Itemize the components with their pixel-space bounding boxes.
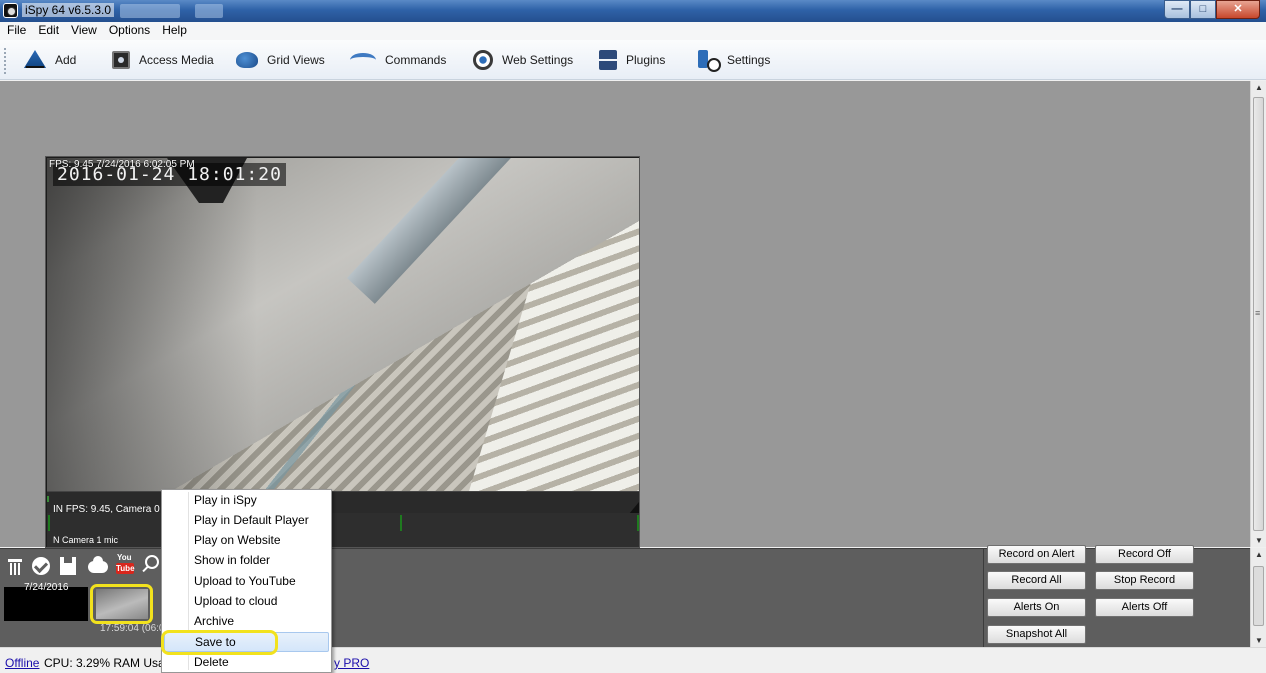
- thumbnail-time: 17:59:04 (06:0: [100, 623, 165, 634]
- record-on-alert-button[interactable]: Record on Alert: [987, 545, 1086, 564]
- youtube-you-text: You: [117, 553, 132, 562]
- menu-edit[interactable]: Edit: [32, 22, 65, 40]
- thumbnail-highlight-annotation: [90, 584, 153, 624]
- close-button[interactable]: ✕: [1216, 0, 1260, 19]
- save-icon[interactable]: [60, 557, 76, 575]
- add-label: Add: [55, 53, 77, 67]
- alerts-on-button[interactable]: Alerts On: [987, 598, 1086, 617]
- menu-item-play-on-website[interactable]: Play on Website: [164, 530, 329, 550]
- menu-bar: File Edit View Options Help: [0, 22, 1266, 40]
- microphone-label: N Camera 1 mic: [53, 535, 119, 545]
- background-tab: [120, 4, 180, 18]
- microphone-bar: N Camera 1 mic: [47, 513, 639, 547]
- window-title: iSpy 64 v6.5.3.0: [22, 3, 115, 17]
- access-media-button[interactable]: Access Media: [112, 49, 214, 71]
- scrollbar-thumb[interactable]: [1253, 566, 1264, 626]
- camera-panel[interactable]: 2016-01-24 18:01:20 FPS: 9.45 7/24/2016 …: [45, 156, 640, 548]
- access-media-label: Access Media: [139, 53, 214, 67]
- menu-item-play-default-player[interactable]: Play in Default Player: [164, 510, 329, 530]
- grid-views-icon: [236, 52, 258, 68]
- menu-item-delete[interactable]: Delete: [164, 652, 329, 672]
- menu-view[interactable]: View: [65, 22, 103, 40]
- commands-panel: Record on Alert Record Off Record All St…: [983, 545, 1250, 647]
- alerts-off-button[interactable]: Alerts Off: [1095, 598, 1194, 617]
- add-button[interactable]: Add: [24, 49, 76, 71]
- plugins-label: Plugins: [626, 53, 666, 67]
- web-settings-label: Web Settings: [502, 53, 574, 67]
- settings-icon: [698, 50, 721, 72]
- timeline-marker: [47, 496, 49, 502]
- window-controls: — □ ✕: [1164, 0, 1260, 20]
- grid-views-label: Grid Views: [267, 53, 325, 67]
- commands-icon: [350, 53, 376, 67]
- plugins-button[interactable]: Plugins: [599, 49, 665, 71]
- thumbnail-date: 7/24/2016: [24, 582, 69, 593]
- camera-feed[interactable]: 2016-01-24 18:01:20 FPS: 9.45 7/24/2016 …: [47, 158, 639, 491]
- scroll-down-icon[interactable]: ▼: [1255, 536, 1263, 545]
- scroll-down-icon[interactable]: ▼: [1255, 636, 1263, 645]
- minimize-button[interactable]: —: [1164, 0, 1190, 19]
- plugins-icon: [599, 50, 617, 70]
- menu-file[interactable]: File: [0, 22, 32, 40]
- select-all-icon[interactable]: [32, 557, 50, 575]
- commands-button[interactable]: Commands: [350, 49, 446, 71]
- menu-item-upload-youtube[interactable]: Upload to YouTube: [164, 571, 329, 591]
- camera-status-bar: IN FPS: 9.45, Camera 0: [47, 491, 639, 515]
- timeline-marker: [637, 515, 639, 531]
- record-all-button[interactable]: Record All: [987, 571, 1086, 590]
- commands-label: Commands: [385, 53, 447, 67]
- main-scrollbar[interactable]: ▲ ▼: [1250, 81, 1266, 547]
- grid-views-button[interactable]: Grid Views: [236, 49, 325, 71]
- snapshot-all-button[interactable]: Snapshot All: [987, 625, 1086, 644]
- scroll-up-icon[interactable]: ▲: [1255, 550, 1263, 559]
- commands-scrollbar[interactable]: ▲ ▼: [1250, 548, 1266, 647]
- settings-button[interactable]: Settings: [698, 49, 771, 72]
- save-to-highlight-annotation: [161, 630, 278, 655]
- timeline-marker: [400, 515, 402, 531]
- web-settings-icon: [473, 50, 493, 70]
- menu-options[interactable]: Options: [103, 22, 156, 40]
- toolbar-grip[interactable]: [4, 48, 7, 74]
- media-panel: You Tube 7/24/2016 17:59:04 (06:0: [0, 548, 983, 647]
- add-icon: [24, 50, 46, 68]
- cpu-ram-status: CPU: 3.29% RAM Usage: [44, 656, 179, 670]
- background-tab: [195, 4, 223, 18]
- maximize-button[interactable]: □: [1190, 0, 1216, 19]
- settings-label: Settings: [727, 53, 771, 67]
- menu-item-play-in-ispy[interactable]: Play in iSpy: [164, 490, 329, 510]
- offline-link[interactable]: Offline: [5, 656, 39, 670]
- delete-icon[interactable]: [8, 559, 22, 575]
- youtube-icon[interactable]: You Tube: [116, 553, 135, 575]
- stop-record-button[interactable]: Stop Record: [1095, 571, 1194, 590]
- menu-help[interactable]: Help: [156, 22, 193, 40]
- title-bar: iSpy 64 v6.5.3.0 — □ ✕: [0, 0, 1266, 22]
- timeline-marker: [48, 515, 50, 531]
- web-settings-button[interactable]: Web Settings: [473, 49, 573, 71]
- app-icon[interactable]: [3, 3, 18, 18]
- media-icon: [112, 51, 130, 69]
- camera-fps-overlay: FPS: 9.45 7/24/2016 6:02:05 PM: [49, 159, 195, 170]
- scroll-up-icon[interactable]: ▲: [1255, 83, 1263, 92]
- scrollbar-thumb[interactable]: [1253, 97, 1264, 531]
- menu-item-show-in-folder[interactable]: Show in folder: [164, 550, 329, 570]
- toolbar: Add Access Media Grid Views Commands Web…: [0, 40, 1266, 80]
- menu-item-upload-cloud[interactable]: Upload to cloud: [164, 591, 329, 611]
- cloud-upload-icon[interactable]: [88, 556, 108, 573]
- pro-link[interactable]: y PRO: [334, 656, 369, 670]
- menu-item-archive[interactable]: Archive: [164, 611, 329, 631]
- youtube-tube-text: Tube: [116, 563, 135, 574]
- feed-shading: [47, 158, 639, 491]
- record-off-button[interactable]: Record Off: [1095, 545, 1194, 564]
- search-icon[interactable]: [145, 555, 159, 569]
